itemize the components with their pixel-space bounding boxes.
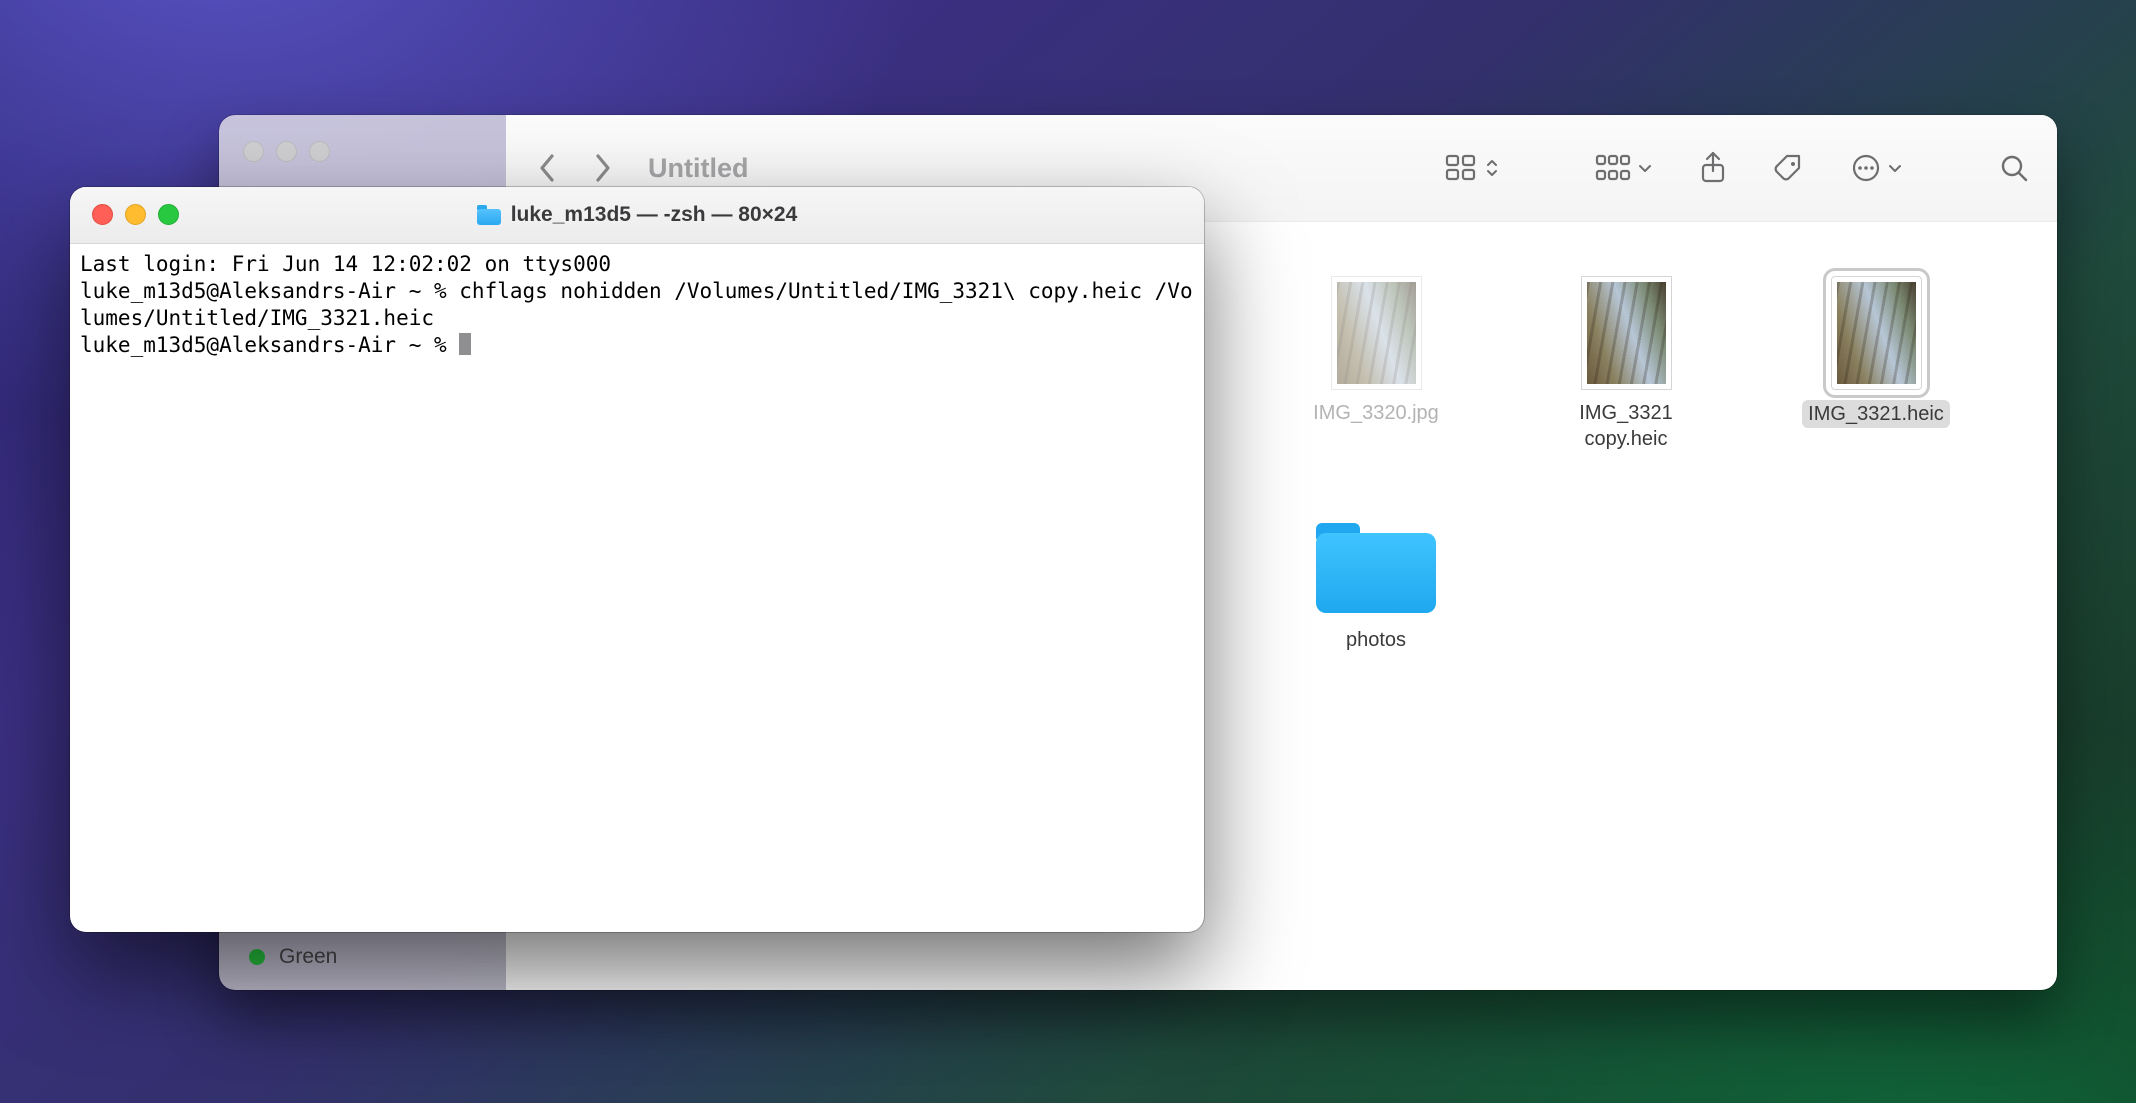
fullscreen-button[interactable] xyxy=(158,204,179,225)
terminal-cursor xyxy=(459,333,471,355)
file-name: IMG_3320.jpg xyxy=(1313,400,1439,426)
terminal-titlebar[interactable]: luke_m13d5 — -zsh — 80×24 xyxy=(70,187,1204,244)
close-button[interactable] xyxy=(243,141,264,162)
sidebar-tag-label: Green xyxy=(279,945,337,969)
image-thumbnail-icon xyxy=(1831,276,1922,390)
file-name: IMG_3321.heic xyxy=(1802,400,1950,428)
group-by-button[interactable] xyxy=(1595,154,1653,182)
image-thumbnail-icon xyxy=(1581,276,1672,390)
tags-button[interactable] xyxy=(1773,152,1805,184)
terminal-title-text: luke_m13d5 — -zsh — 80×24 xyxy=(511,203,798,227)
terminal-output[interactable]: Last login: Fri Jun 14 12:02:02 on ttys0… xyxy=(70,243,1204,932)
image-thumbnail-icon xyxy=(1331,276,1422,390)
chevron-down-icon xyxy=(1637,161,1653,175)
file-name: IMG_3321 copy.heic xyxy=(1541,400,1711,452)
file-item[interactable]: IMG_3320.jpg xyxy=(1286,276,1466,426)
back-button[interactable] xyxy=(534,148,562,188)
sidebar-tag-green[interactable]: Green xyxy=(249,945,337,969)
forward-button[interactable] xyxy=(588,148,616,188)
minimize-button[interactable] xyxy=(125,204,146,225)
search-button[interactable] xyxy=(1999,153,2029,183)
file-item[interactable]: IMG_3321 copy.heic xyxy=(1536,276,1716,452)
folder-name: photos xyxy=(1346,627,1406,653)
view-icon-grid-button[interactable] xyxy=(1445,154,1499,182)
share-button[interactable] xyxy=(1699,151,1727,185)
folder-icon xyxy=(1316,515,1436,613)
folder-icon xyxy=(477,205,501,225)
tag-dot-icon xyxy=(249,949,265,965)
minimize-button[interactable] xyxy=(276,141,297,162)
close-button[interactable] xyxy=(92,204,113,225)
terminal-traffic-lights xyxy=(92,204,179,225)
finder-traffic-lights xyxy=(243,141,330,162)
file-item[interactable]: IMG_3321.heic xyxy=(1786,276,1966,428)
folder-item[interactable]: photos xyxy=(1286,509,1466,653)
more-actions-button[interactable] xyxy=(1851,153,1903,183)
fullscreen-button[interactable] xyxy=(309,141,330,162)
terminal-title: luke_m13d5 — -zsh — 80×24 xyxy=(70,187,1204,243)
chevron-up-down-icon xyxy=(1485,156,1499,180)
terminal-window: luke_m13d5 — -zsh — 80×24 Last login: Fr… xyxy=(70,187,1204,932)
chevron-down-icon xyxy=(1887,161,1903,175)
finder-title: Untitled xyxy=(648,153,749,184)
